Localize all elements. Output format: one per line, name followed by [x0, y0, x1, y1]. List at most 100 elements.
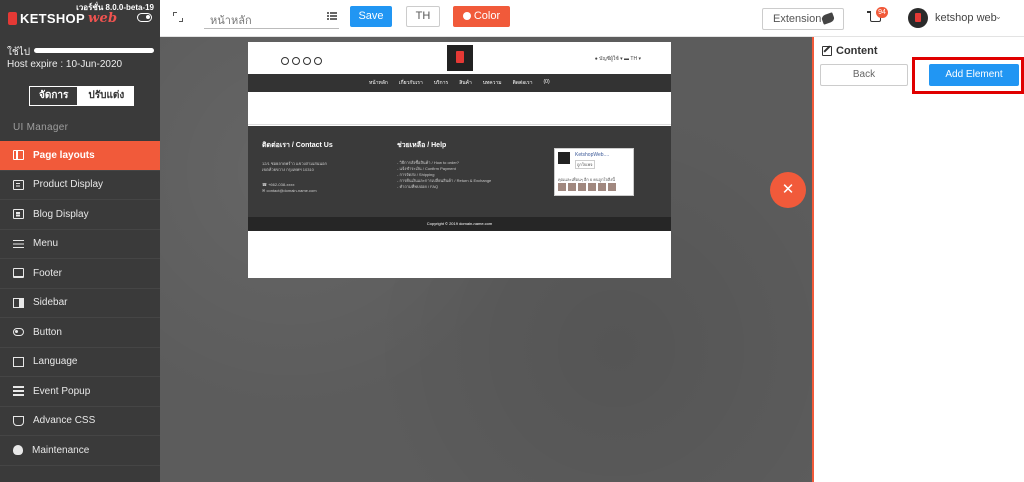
add-element-button[interactable]: Add Element [929, 64, 1019, 86]
mode-manage-button[interactable]: จัดการ [29, 86, 79, 106]
user-name[interactable]: ketshop web [935, 12, 997, 24]
sidebar-item-blog-display[interactable]: Blog Display [0, 200, 160, 230]
fb-page-title: KetshopWeb.... [575, 152, 610, 158]
extension-icon [820, 12, 836, 25]
panel-title-text: Content [836, 45, 878, 57]
fb-face [558, 183, 566, 191]
fb-face [608, 183, 616, 191]
color-button-label: Color [473, 10, 501, 22]
fullscreen-icon[interactable] [173, 12, 183, 22]
list-icon [327, 12, 337, 20]
avatar[interactable] [908, 8, 928, 28]
language-button[interactable]: TH [406, 6, 440, 27]
ketshop-logo[interactable]: KETSHOP web [8, 11, 117, 26]
fb-face [578, 183, 586, 191]
page-select-value: หน้าหลัก [210, 15, 252, 27]
sidebar-item-label: Page layouts [33, 149, 95, 161]
top-toolbar: หน้าหลัก Save TH Color Extension 94 kets… [160, 0, 1024, 37]
footer-help-links: - วิธีการสั่งซื้อสินค้า / How to order? … [397, 160, 491, 190]
preview-cart-count: (0) [543, 79, 550, 85]
sidebar-item-footer[interactable]: Footer [0, 259, 160, 289]
sidebar-item-label: Blog Display [33, 208, 89, 220]
mode-switch: จัดการ ปรับแต่ง [29, 86, 135, 106]
sidebar-item-label: Advance CSS [33, 415, 96, 427]
sidebar-item-button[interactable]: Button [0, 318, 160, 348]
preview-copyright: Copyright © 2019 domain-name.com [248, 217, 671, 231]
sidebar-item-page-layouts[interactable]: Page layouts [0, 141, 160, 171]
sidebar-item-event-popup[interactable]: Event Popup [0, 377, 160, 407]
fb-faces [558, 183, 616, 191]
cart-badge: 94 [876, 7, 888, 18]
preview-nav-item: ติดต่อเรา [512, 80, 533, 86]
layout-icon [13, 150, 24, 161]
color-button[interactable]: Color [453, 6, 510, 27]
save-button[interactable]: Save [350, 6, 392, 27]
sidebar-item-advance-css[interactable]: Advance CSS [0, 407, 160, 436]
chevron-down-icon[interactable]: ⌄ [995, 12, 1002, 21]
sidebar-icon [13, 297, 24, 308]
fb-face [568, 183, 576, 191]
preview-body [248, 92, 671, 125]
card-icon [13, 209, 24, 220]
sidebar-toggle-icon[interactable] [137, 13, 152, 22]
content-panel: Content Back Add Element [812, 37, 1024, 482]
mode-design-button[interactable]: ปรับแต่ง [78, 86, 135, 106]
css-icon [13, 415, 24, 426]
sidebar-item-label: Menu [33, 238, 59, 250]
preview-lang: TH ▾ [630, 56, 641, 62]
fb-page-logo [558, 152, 570, 164]
sidebar-item-label: Maintenance [32, 444, 90, 456]
preview-nav: หน้าหลัก เกี่ยวกับเรา บริการ สินค้า บทคว… [248, 74, 671, 92]
edit-icon [822, 46, 832, 56]
panel-title: Content [822, 45, 878, 57]
fb-like-button: ถูกใจเพจ [575, 160, 595, 169]
editor-canvas: ● บัญชีผู้ใช้ ▾ ▬ TH ▾ หน้าหลัก เกี่ยวกั… [160, 37, 812, 482]
preview-nav-item: สินค้า [459, 80, 472, 86]
extension-button[interactable]: Extension [762, 8, 844, 30]
sidebar-item-sidebar[interactable]: Sidebar [0, 289, 160, 318]
thai-flag-icon: ▬ [624, 56, 630, 62]
logo-text: KETSHOP [20, 11, 85, 26]
preview-nav-item: บทความ [482, 80, 502, 86]
user-icon: ● [594, 56, 598, 62]
back-button[interactable]: Back [820, 64, 908, 86]
monitor-icon [13, 268, 24, 279]
palette-icon [462, 12, 471, 20]
instagram-icon [303, 57, 311, 65]
footer-contact: ☎ +662-038-xxxx ✉ contact@domain-name.co… [262, 182, 317, 194]
sidebar-item-label: Language [33, 356, 78, 368]
page-select[interactable]: หน้าหลัก [204, 6, 339, 29]
sidebar-item-language[interactable]: Language [0, 348, 160, 377]
sidebar-item-product-display[interactable]: Product Display [0, 171, 160, 200]
footer-contact-title: ติดต่อเรา / Contact Us [262, 142, 333, 149]
extension-label: Extension [773, 13, 822, 25]
close-panel-button[interactable]: ✕ [770, 172, 806, 208]
fb-face [598, 183, 606, 191]
bug-icon [13, 445, 23, 456]
usage-label: ใช้ไป [7, 47, 31, 58]
site-preview[interactable]: ● บัญชีผู้ใช้ ▾ ▬ TH ▾ หน้าหลัก เกี่ยวกั… [248, 42, 671, 278]
language-icon [13, 356, 24, 367]
sidebar-item-menu[interactable]: Menu [0, 230, 160, 259]
sidebar-item-label: Button [33, 326, 62, 338]
preview-logo [447, 45, 473, 71]
fb-face [588, 183, 596, 191]
line-icon [314, 57, 322, 65]
sidebar-item-label: Sidebar [33, 297, 68, 309]
sidebar: เวอร์ชั่น 8.0.0-beta-19 KETSHOP web ใช้ไป… [0, 0, 160, 482]
fb-like-text: คุณและเพื่อนๆ อีก 6 คนถูกใจสิ่งนี้ [558, 177, 615, 182]
popup-icon [13, 386, 24, 396]
card-icon [13, 179, 24, 190]
logo-icon [8, 12, 17, 25]
twitter-icon [292, 57, 300, 65]
preview-footer: ติดต่อเรา / Contact Us 12/1 ซอยลาดพร้าว … [248, 126, 671, 217]
logo-suffix: web [87, 11, 118, 26]
sidebar-item-maintenance[interactable]: Maintenance [0, 436, 160, 466]
preview-header: ● บัญชีผู้ใช้ ▾ ▬ TH ▾ [248, 42, 671, 74]
preview-nav-item: บริการ [433, 80, 449, 86]
toggle-icon [13, 328, 24, 337]
preview-account-label: บัญชีผู้ใช้ ▾ [599, 56, 623, 62]
footer-line: - คำถามที่พบบ่อย / FAQ [397, 184, 439, 189]
sidebar-item-label: Product Display [33, 179, 104, 191]
usage-bar [34, 48, 154, 53]
